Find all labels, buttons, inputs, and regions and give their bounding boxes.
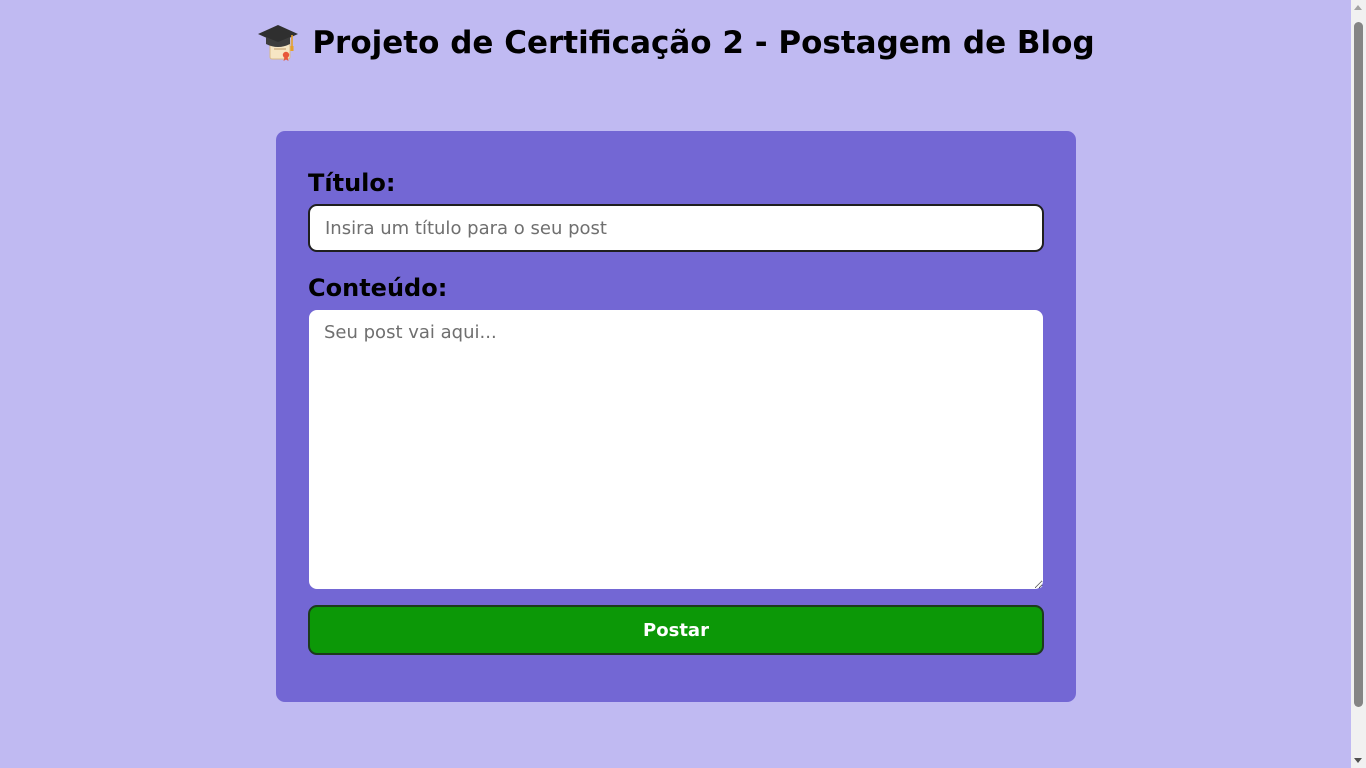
scroll-down-icon[interactable] [1354,758,1362,763]
scroll-up-icon[interactable] [1354,5,1362,10]
title-label: Título: [308,169,396,197]
content-textarea[interactable] [308,309,1044,590]
post-form-card: Título: Conteúdo: Postar [276,131,1076,702]
page-title-text: Projeto de Certificação 2 - Postagem de … [312,25,1095,61]
content-label: Conteúdo: [308,274,448,302]
page: Projeto de Certificação 2 - Postagem de … [0,0,1351,768]
vertical-scrollbar[interactable] [1351,0,1366,768]
submit-post-button[interactable]: Postar [308,605,1044,655]
page-title: Projeto de Certificação 2 - Postagem de … [0,18,1351,68]
title-input[interactable] [308,204,1044,252]
graduation-cap-icon [256,21,300,65]
scroll-thumb[interactable] [1354,22,1363,707]
